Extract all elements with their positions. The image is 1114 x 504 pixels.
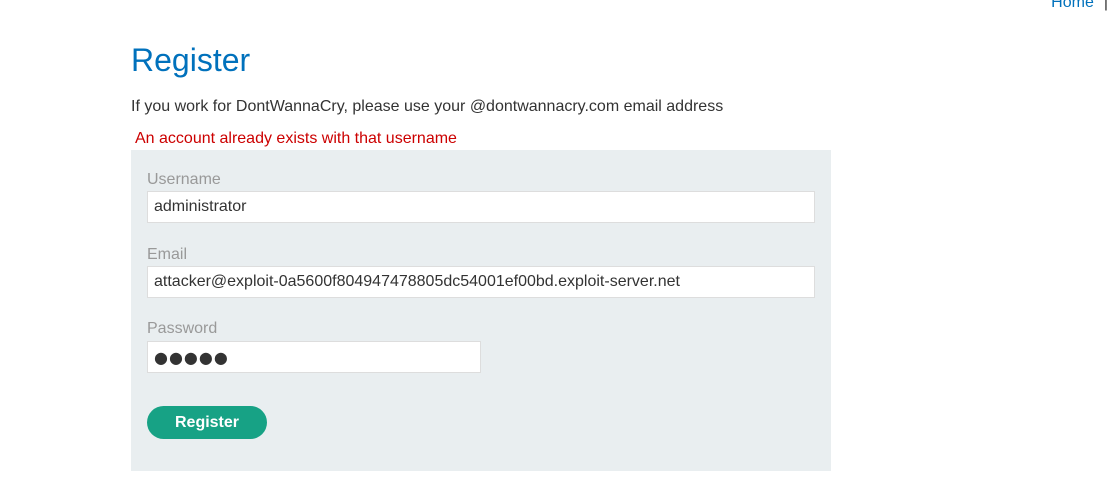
password-input[interactable] bbox=[147, 341, 481, 373]
register-button[interactable]: Register bbox=[147, 406, 267, 439]
register-form: Username Email Password Register bbox=[131, 150, 831, 471]
username-input[interactable] bbox=[147, 191, 815, 223]
error-message: An account already exists with that user… bbox=[135, 130, 457, 147]
nav-separator: | bbox=[1103, 0, 1108, 11]
email-label: Email bbox=[147, 246, 188, 263]
home-link[interactable]: Home bbox=[1051, 0, 1094, 11]
top-nav: Home | bbox=[1051, 0, 1114, 12]
intro-text: If you work for DontWannaCry, please use… bbox=[131, 98, 724, 115]
page-title: Register bbox=[131, 42, 251, 78]
password-label: Password bbox=[147, 320, 218, 337]
email-input[interactable] bbox=[147, 266, 815, 298]
username-label: Username bbox=[147, 171, 221, 188]
